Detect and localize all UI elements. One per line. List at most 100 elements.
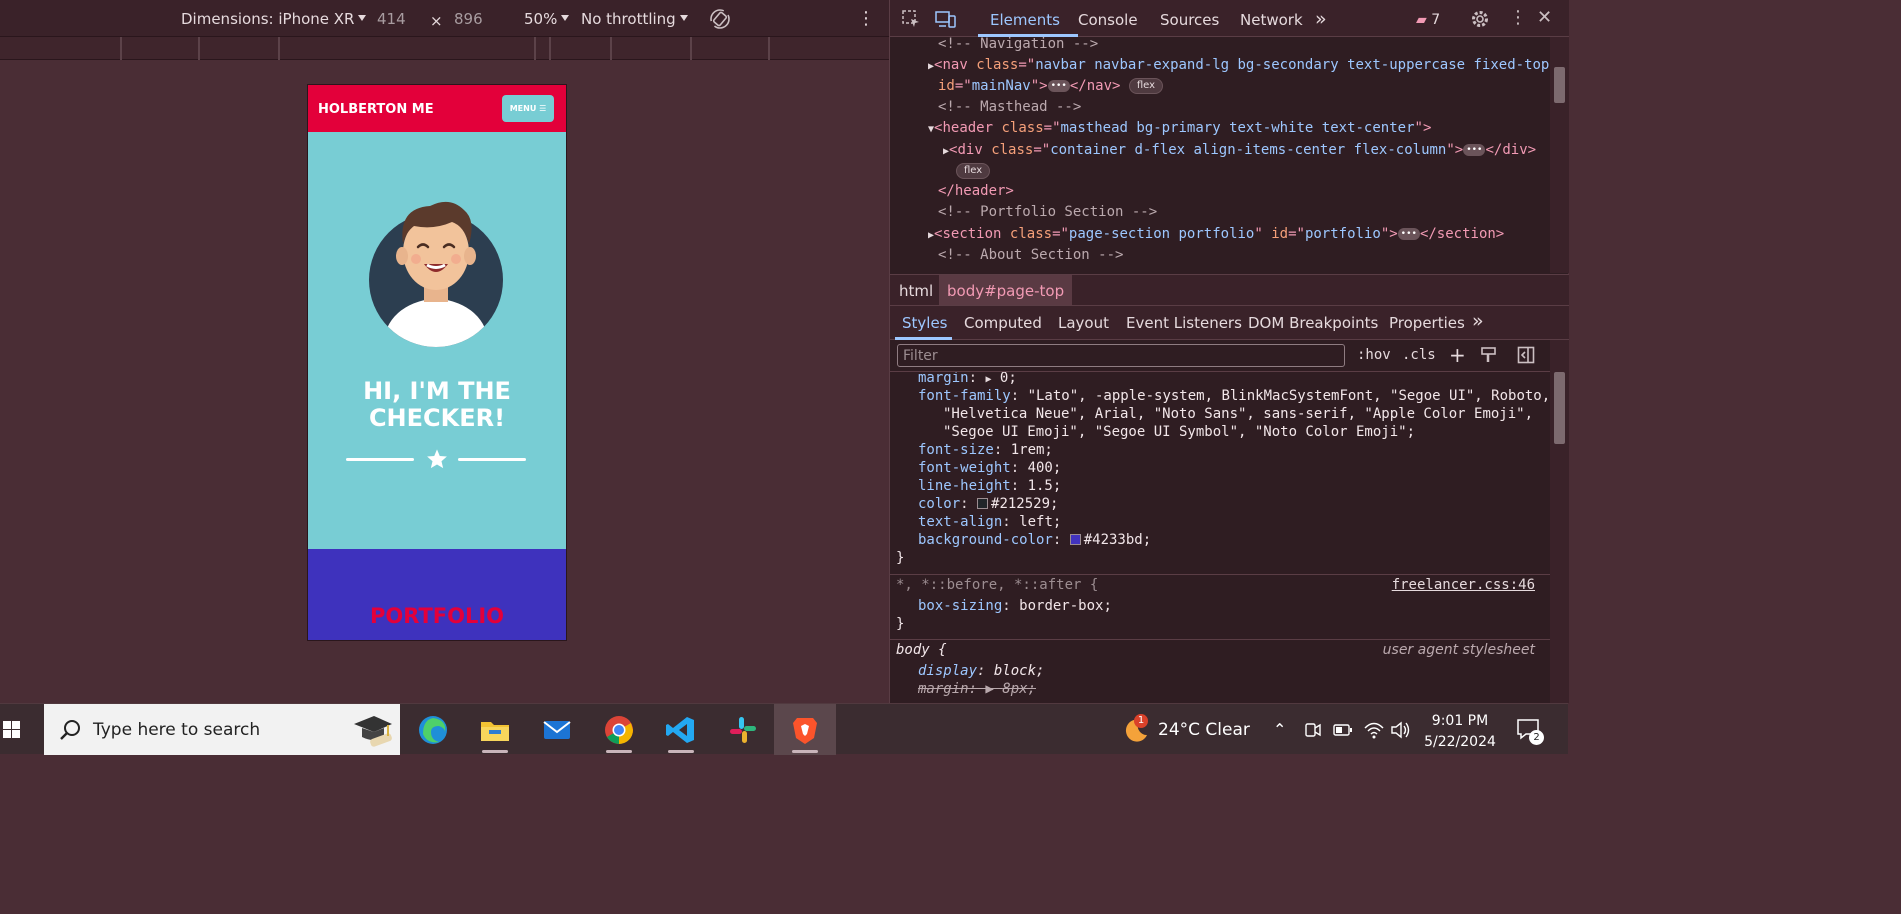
media-query-marker[interactable]	[610, 37, 612, 60]
dom-comment[interactable]: <!-- Masthead -->	[938, 99, 1081, 115]
css-declaration[interactable]: font-weight: 400;	[918, 460, 1061, 476]
collapsed-ellipsis-icon[interactable]: •••	[1397, 228, 1420, 240]
media-query-marker[interactable]	[278, 37, 280, 60]
css-declaration-overridden[interactable]: margin: ▶ 8px;	[918, 681, 1036, 697]
taskbar-chrome[interactable]	[588, 704, 650, 755]
notification-center-button[interactable]: 2	[1512, 716, 1552, 746]
dom-node-div[interactable]: ▶<div class="container d-flex align-item…	[943, 142, 1536, 158]
tab-console[interactable]: Console	[1078, 11, 1138, 29]
tab-network[interactable]: Network	[1240, 11, 1303, 29]
dom-node-header-close[interactable]: </header>	[938, 183, 1014, 199]
customize-kebab-icon[interactable]: ⋮	[1509, 9, 1527, 27]
vscode-icon	[666, 717, 694, 743]
dom-scrollbar[interactable]	[1550, 37, 1569, 273]
css-declaration[interactable]: color: #212529;	[918, 496, 1058, 512]
dom-tree: <!-- Navigation --> ▶<nav class="navbar …	[890, 37, 1550, 273]
width-input[interactable]: 414	[377, 10, 406, 28]
tab-properties[interactable]: Properties	[1389, 314, 1465, 332]
styles-scrollbar[interactable]	[1550, 340, 1569, 703]
media-query-marker[interactable]	[534, 37, 536, 60]
rule-separator	[890, 574, 1550, 575]
tab-styles[interactable]: Styles	[902, 314, 948, 332]
scrollbar-thumb[interactable]	[1554, 67, 1565, 103]
more-tabs-icon[interactable]: »	[1472, 310, 1484, 332]
taskbar-edge[interactable]	[402, 704, 464, 755]
zoom-dropdown[interactable]: 50%	[524, 10, 570, 28]
taskbar-vscode[interactable]	[650, 704, 712, 755]
scrollbar-thumb[interactable]	[1554, 372, 1565, 444]
close-devtools-icon[interactable]: ✕	[1537, 9, 1552, 27]
taskbar-file-explorer[interactable]	[464, 704, 526, 755]
tab-sources[interactable]: Sources	[1160, 11, 1219, 29]
breadcrumb-html[interactable]: html	[899, 282, 933, 300]
dom-node-nav-id[interactable]: id="mainNav"> ••• </nav> flex	[938, 78, 1164, 94]
css-declaration[interactable]: text-align: left;	[918, 514, 1061, 530]
color-swatch[interactable]	[1069, 534, 1081, 545]
more-tabs-icon[interactable]: »	[1315, 8, 1327, 30]
tab-computed[interactable]: Computed	[964, 314, 1042, 332]
taskbar-search-box[interactable]: Type here to search	[44, 704, 400, 755]
css-declaration[interactable]: display: block;	[918, 663, 1044, 679]
taskbar-brave[interactable]	[774, 704, 836, 755]
css-declaration[interactable]: font-size: 1rem;	[918, 442, 1053, 458]
dom-comment[interactable]: <!-- About Section -->	[938, 247, 1123, 263]
toggle-sidebar-icon[interactable]	[1517, 346, 1535, 364]
css-rules: margin: ▶ 0; font-family: "Lato", -apple…	[890, 372, 1550, 703]
css-declaration[interactable]: margin: ▶ 0;	[918, 372, 1017, 386]
tab-dom-breakpoints[interactable]: DOM Breakpoints	[1248, 314, 1378, 332]
dom-comment[interactable]: <!-- Navigation -->	[938, 37, 1098, 52]
height-input[interactable]: 896	[454, 10, 483, 28]
tab-event-listeners[interactable]: Event Listeners	[1126, 314, 1242, 332]
media-query-marker[interactable]	[549, 37, 551, 60]
css-declaration[interactable]: background-color: #4233bd;	[918, 532, 1151, 548]
tab-elements[interactable]: Elements	[990, 11, 1060, 29]
device-toolbar: Dimensions: iPhone XR 414 × 896 50% No t…	[0, 0, 889, 37]
media-query-marker[interactable]	[120, 37, 122, 60]
settings-gear-icon[interactable]	[1470, 9, 1490, 29]
collapsed-ellipsis-icon[interactable]: •••	[1463, 144, 1486, 156]
taskbar-clock[interactable]: 9:01 PM 5/22/2024	[1420, 711, 1500, 753]
hov-toggle[interactable]: :hov	[1357, 347, 1391, 363]
stylesheet-source-link[interactable]: freelancer.css:46	[1392, 577, 1535, 593]
color-swatch[interactable]	[977, 498, 989, 509]
paint-brush-icon[interactable]	[1480, 346, 1498, 364]
collapsed-ellipsis-icon[interactable]: •••	[1047, 80, 1070, 92]
expand-triangle-icon[interactable]: ▶	[985, 374, 991, 385]
css-declaration[interactable]: box-sizing: border-box;	[918, 598, 1112, 614]
taskbar-mail[interactable]	[526, 704, 588, 755]
meet-now-icon[interactable]	[1304, 721, 1322, 739]
device-toolbar-icon[interactable]	[935, 9, 957, 29]
dom-comment[interactable]: <!-- Portfolio Section -->	[938, 204, 1157, 220]
dom-node-header[interactable]: ▼<header class="masthead bg-primary text…	[928, 120, 1431, 136]
wifi-icon[interactable]	[1363, 720, 1385, 740]
dom-node-section[interactable]: ▶<section class="page-section portfolio"…	[928, 226, 1504, 242]
device-dimensions-dropdown[interactable]: Dimensions: iPhone XR	[181, 10, 367, 28]
dom-node-nav[interactable]: ▶<nav class="navbar navbar-expand-lg bg-…	[928, 57, 1550, 73]
taskbar-slack[interactable]	[712, 704, 774, 755]
flex-badge[interactable]: flex	[956, 163, 991, 179]
issues-counter[interactable]: ▰ 7	[1416, 11, 1440, 29]
media-query-marker[interactable]	[198, 37, 200, 60]
css-declaration[interactable]: line-height: 1.5;	[918, 478, 1061, 494]
breadcrumb-body[interactable]: body#page-top	[939, 275, 1073, 305]
rotate-icon[interactable]	[708, 7, 732, 31]
site-brand[interactable]: HOLBERTON ME	[318, 102, 434, 117]
windows-start-icon[interactable]	[0, 704, 44, 755]
new-style-rule-icon[interactable]: +	[1449, 343, 1466, 367]
css-declaration[interactable]: font-family: "Lato", -apple-system, Blin…	[918, 388, 1550, 404]
cls-toggle[interactable]: .cls	[1402, 347, 1436, 363]
show-hidden-icons-icon[interactable]: ⌃	[1273, 720, 1286, 739]
css-selector[interactable]: body {	[896, 642, 947, 658]
throttling-dropdown[interactable]: No throttling	[581, 10, 688, 28]
more-options-icon[interactable]: ⋮	[857, 10, 875, 28]
inspect-element-icon[interactable]	[901, 9, 921, 29]
styles-filter-input[interactable]	[897, 344, 1345, 367]
battery-icon[interactable]	[1333, 723, 1353, 737]
flex-badge[interactable]: flex	[1128, 78, 1164, 94]
tab-layout[interactable]: Layout	[1058, 314, 1109, 332]
css-selector[interactable]: *, *::before, *::after {	[896, 577, 1098, 593]
menu-button[interactable]: MENU ☰	[502, 95, 554, 122]
volume-icon[interactable]	[1390, 720, 1412, 740]
media-query-marker[interactable]	[768, 37, 770, 60]
media-query-marker[interactable]	[690, 37, 692, 60]
